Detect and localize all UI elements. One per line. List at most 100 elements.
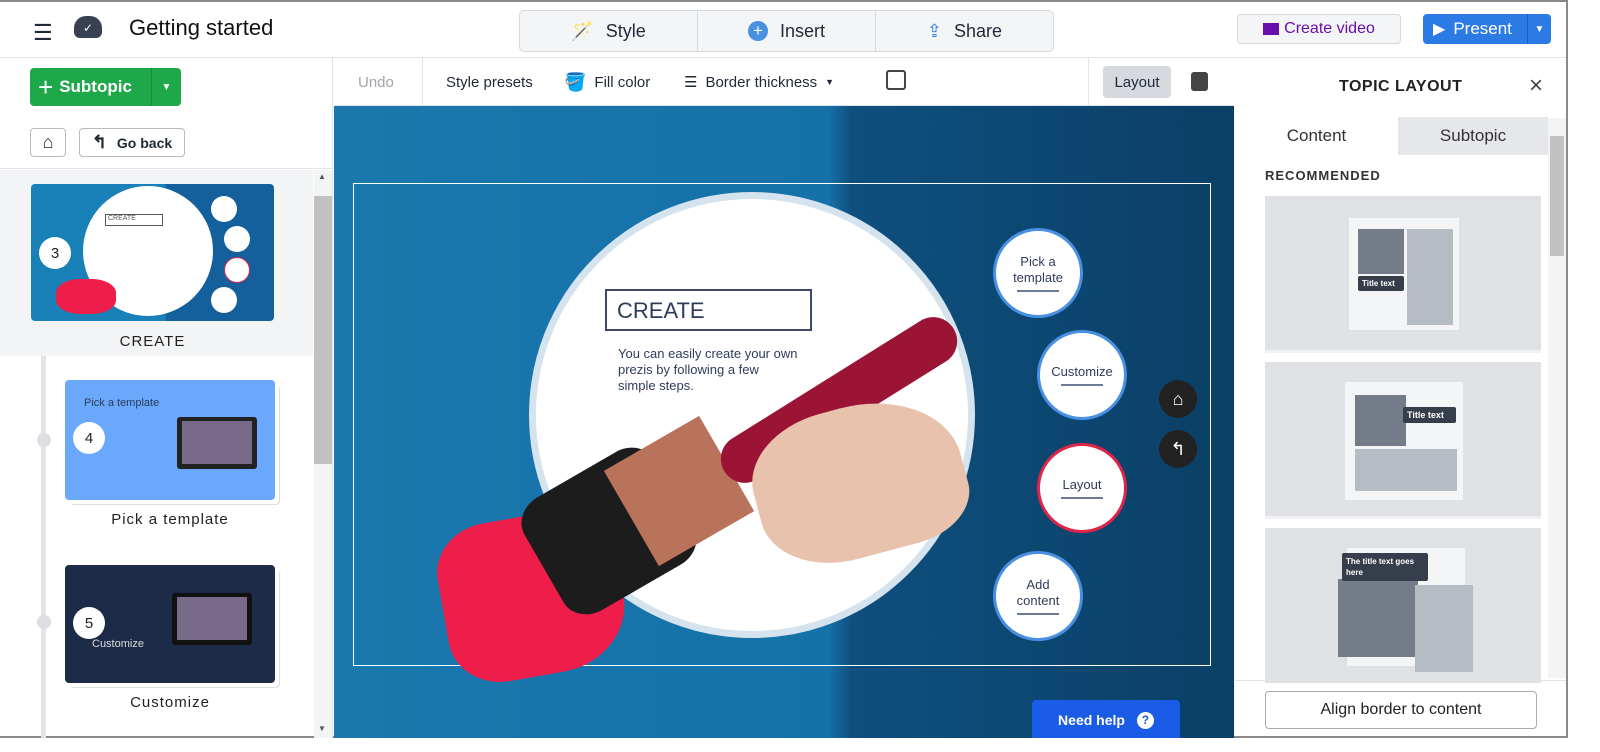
back-arrow-icon[interactable]: ↰: [1159, 430, 1197, 468]
plus-icon: +: [38, 71, 54, 102]
present-dropdown[interactable]: ▼: [1527, 14, 1551, 44]
subtopic-dropdown[interactable]: ▼: [151, 68, 181, 106]
bubble-label: Pick a template: [1013, 254, 1063, 285]
left-scrollbar[interactable]: ▲ ▼: [314, 170, 332, 738]
paint-bucket-icon: 🪣: [564, 71, 587, 92]
back-arrow-icon: ↰: [91, 132, 107, 152]
bubble-layout[interactable]: Layout: [1037, 443, 1127, 533]
topic-title[interactable]: CREATE: [605, 289, 812, 331]
hamburger-icon[interactable]: ☰: [33, 20, 53, 46]
bubble-label: Add content: [1016, 577, 1060, 608]
canvas[interactable]: CREATE You can easily create your own pr…: [334, 106, 1234, 738]
thumbnail-create[interactable]: CREATE 3: [31, 184, 274, 321]
close-icon[interactable]: ×: [1529, 72, 1543, 100]
style-label: Style: [605, 20, 646, 41]
home-button[interactable]: ⌂: [30, 128, 66, 157]
lines-icon: ☰: [684, 74, 698, 91]
scrollbar-thumb[interactable]: [314, 196, 332, 464]
border-thickness-label: Border thickness: [705, 73, 818, 91]
bubble-add-content[interactable]: Add content: [993, 551, 1083, 641]
panel-title: TOPIC LAYOUT: [1339, 78, 1463, 95]
border-style-icon[interactable]: [886, 70, 906, 90]
cloud-saved-icon: ✓: [74, 16, 102, 38]
notes-icon[interactable]: [1191, 72, 1208, 91]
thumbnail-pick-a-template[interactable]: Pick a template 4: [65, 380, 275, 500]
insert-label: Insert: [779, 20, 826, 41]
plus-circle-icon: +: [747, 21, 768, 41]
layout-title: Title text: [1403, 407, 1456, 423]
tab-content[interactable]: Content: [1235, 117, 1398, 155]
presentation-title[interactable]: Getting started: [129, 15, 273, 41]
item-number: 5: [73, 607, 105, 639]
question-icon: ?: [1136, 711, 1154, 729]
mini-title: CREATE: [105, 214, 163, 226]
item-number: 3: [39, 237, 71, 269]
border-thickness-button[interactable]: ☰ Border thickness ▼: [684, 58, 834, 106]
video-camera-icon: [1263, 23, 1280, 35]
scrollbar-thumb[interactable]: [1550, 136, 1564, 256]
magic-wand-icon: 🪄: [571, 20, 594, 41]
home-icon[interactable]: ⌂: [1159, 380, 1197, 418]
recommended-heading: RECOMMENDED: [1265, 168, 1381, 183]
layout-option[interactable]: The title text goes here: [1265, 528, 1541, 683]
scroll-down-arrow[interactable]: ▼: [318, 724, 326, 733]
layout-option[interactable]: Title text: [1265, 362, 1541, 519]
layout-title: Title text: [1358, 276, 1404, 291]
create-video-button[interactable]: Create video: [1237, 14, 1401, 44]
fill-color-label: Fill color: [594, 73, 651, 91]
item-label: Pick a template: [111, 511, 229, 528]
add-subtopic-button[interactable]: + Subtopic ▼: [30, 68, 181, 106]
present-label: Present: [1453, 19, 1512, 38]
undo-button[interactable]: Undo: [358, 58, 394, 106]
style-presets-button[interactable]: Style presets: [446, 58, 533, 106]
divider: [1088, 58, 1089, 106]
mini-title: Customize: [92, 638, 144, 650]
need-help-label: Need help: [1058, 712, 1125, 728]
share-button[interactable]: ⇪ Share: [876, 11, 1053, 51]
bubble-pick-a-template[interactable]: Pick a template: [993, 228, 1083, 318]
layout-button[interactable]: Layout: [1103, 66, 1171, 98]
divider: [1235, 680, 1566, 681]
present-button[interactable]: ▶ Present ▼: [1423, 14, 1551, 44]
layout-option[interactable]: Title text: [1265, 196, 1541, 353]
topic-layout-panel: TOPIC LAYOUT × Content Subtopic RECOMMEN…: [1235, 58, 1566, 738]
share-upload-icon: ⇪: [926, 20, 943, 41]
divider: [422, 58, 423, 106]
divider: [0, 168, 333, 169]
main-actions: 🪄 Style + Insert ⇪ Share: [519, 10, 1054, 52]
play-icon: ▶: [1433, 21, 1446, 38]
left-panel: + Subtopic ▼ ⌂ ↰ Go back CREATE 3 CREATE Pi…: [0, 58, 333, 738]
image-placeholder-icon: [1358, 229, 1404, 274]
insert-button[interactable]: + Insert: [698, 11, 876, 51]
share-label: Share: [954, 20, 1003, 41]
home-icon: ⌂: [42, 132, 54, 152]
fill-color-button[interactable]: 🪣 Fill color: [564, 58, 650, 106]
bubble-label: Layout: [1062, 477, 1102, 492]
image-placeholder-icon: [1338, 579, 1418, 657]
caret-down-icon: ▼: [825, 77, 835, 87]
create-video-label: Create video: [1284, 20, 1375, 37]
go-back-label: Go back: [116, 134, 173, 151]
tree-node: [37, 615, 51, 629]
item-number: 4: [73, 422, 105, 454]
mini-title: Pick a template: [84, 397, 160, 409]
item-label: CREATE: [119, 333, 186, 350]
item-label: Customize: [130, 694, 210, 711]
toolbar: Undo Style presets 🪣 Fill color ☰ Border t…: [334, 58, 1234, 106]
bubble-label: Customize: [1051, 364, 1113, 379]
need-help-button[interactable]: Need help?: [1032, 700, 1180, 738]
image-placeholder-icon: [1355, 395, 1406, 446]
right-scrollbar[interactable]: [1548, 118, 1566, 678]
topic-body[interactable]: You can easily create your own prezis by…: [618, 346, 798, 394]
layout-title: The title text goes here: [1342, 553, 1428, 581]
scroll-up-arrow[interactable]: ▲: [318, 172, 326, 181]
bubble-customize[interactable]: Customize: [1037, 330, 1127, 420]
thumbnail-customize[interactable]: Customize 5: [65, 565, 275, 683]
top-bar: ☰ ✓ Getting started 🪄 Style + Insert ⇪ Shar…: [0, 0, 1566, 58]
tab-subtopic[interactable]: Subtopic: [1398, 117, 1548, 155]
tree-line: [41, 356, 46, 738]
style-button[interactable]: 🪄 Style: [520, 11, 698, 51]
align-border-button[interactable]: Align border to content: [1265, 691, 1537, 729]
tree-node: [37, 433, 51, 447]
go-back-button[interactable]: ↰ Go back: [79, 128, 185, 157]
